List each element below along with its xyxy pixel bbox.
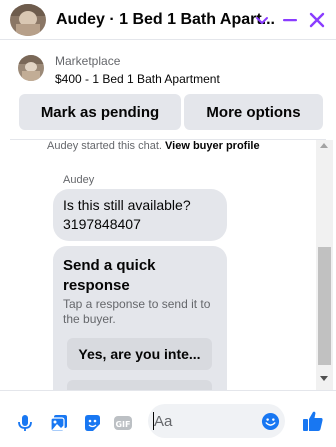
sticker-icon[interactable] [82,413,102,433]
close-icon[interactable] [308,11,326,29]
quick-response-title: Send a quick response [63,257,156,294]
message-sender: Audey [63,174,95,186]
svg-text:GIF: GIF [115,420,130,429]
message-input[interactable]: Aa [148,404,285,438]
minimize-icon[interactable] [282,12,298,28]
chevron-down-icon[interactable] [254,12,270,28]
quick-response-subtitle: Tap a response to send it to the buyer. [63,297,211,326]
listing-thumbnail [18,55,44,81]
quick-response-card: Send a quick response Tap a response to … [53,246,227,390]
chat-header: Audey · 1 Bed 1 Bath Apart... [0,0,336,40]
scroll-thumb[interactable] [318,247,331,365]
scrollbar[interactable] [316,140,333,390]
like-icon[interactable] [302,410,324,432]
chat-started-notice: Audey started this chat. View buyer prof… [47,140,260,152]
chat-title[interactable]: Audey · 1 Bed 1 Bath Apart... [56,11,275,29]
mark-as-pending-button[interactable]: Mark as pending [19,94,181,130]
message-input-placeholder: Aa [154,413,173,430]
more-options-button[interactable]: More options [184,94,323,130]
gif-icon[interactable]: GIF [113,413,133,433]
listing-source: Marketplace [55,54,121,68]
message-bubble: Is this still available? 3197848407 [53,189,227,241]
photo-icon[interactable] [49,413,69,433]
message-line: 3197848407 [63,216,141,232]
scroll-down-arrow[interactable] [320,376,328,381]
emoji-icon[interactable] [261,412,280,431]
listing-summary[interactable]: $400 - 1 Bed 1 Bath Apartment [55,72,220,86]
message-thread: Audey started this chat. View buyer prof… [0,140,336,390]
chat-started-text: Audey started this chat. [47,140,162,152]
quick-response-option[interactable] [67,380,212,390]
microphone-icon[interactable] [15,413,35,433]
message-line: Is this still available? [63,197,191,213]
contact-avatar[interactable] [10,4,46,36]
view-buyer-profile-link[interactable]: View buyer profile [165,140,260,152]
scroll-up-arrow[interactable] [320,143,328,148]
quick-response-option[interactable]: Yes, are you inte... [67,338,212,370]
